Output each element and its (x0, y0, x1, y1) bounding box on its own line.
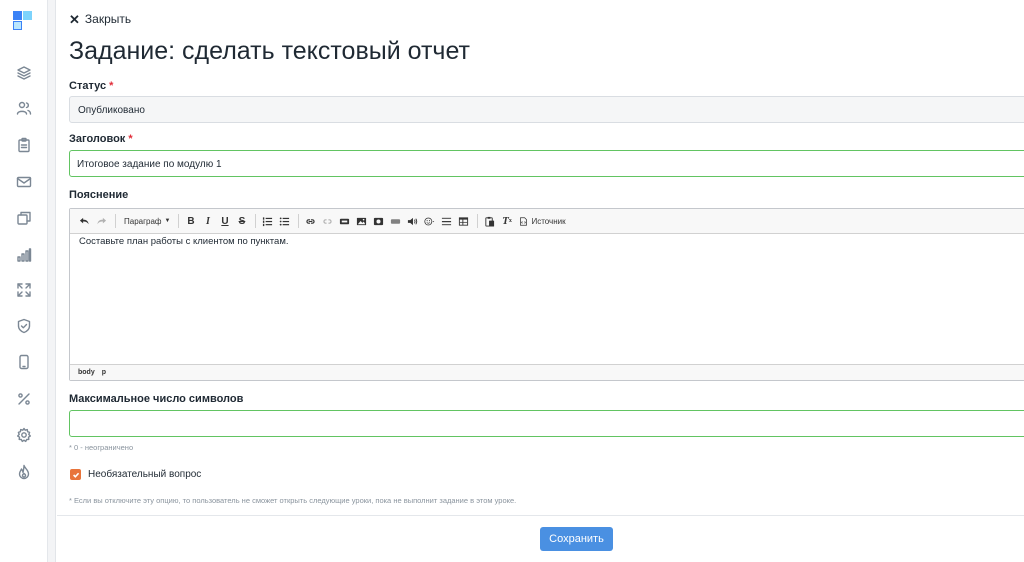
heading-input[interactable]: Итоговое задание по модулю 1 (69, 150, 1024, 177)
toolbar-separator (298, 214, 300, 228)
phone-icon[interactable] (12, 350, 36, 374)
explanation-label: Пояснение (69, 189, 129, 201)
layers-icon[interactable] (12, 61, 36, 85)
sidebar (0, 0, 48, 562)
app-logo[interactable] (13, 11, 35, 33)
flame-icon[interactable] (12, 460, 36, 484)
optional-hint: * Если вы отключите эту опцию, то пользо… (69, 496, 517, 505)
toolbar-separator (255, 214, 257, 228)
heading-label-text: Заголовок (69, 133, 126, 145)
users-icon[interactable] (12, 96, 36, 120)
source-label: Источник (531, 216, 566, 226)
emoji-icon[interactable] (422, 212, 437, 230)
required-mark: * (109, 80, 114, 92)
undo-icon[interactable] (77, 212, 92, 230)
close-icon: ✕ (69, 11, 80, 27)
page-title: Задание: сделать текстовый отчет (69, 37, 470, 65)
italic-button[interactable]: I (200, 212, 215, 230)
redo-icon[interactable] (94, 212, 109, 230)
path-item-p[interactable]: p (102, 369, 106, 376)
sidebar-divider (48, 0, 56, 562)
optional-checkbox-row[interactable]: Необязательный вопрос (70, 469, 201, 480)
bar-chart-icon[interactable] (12, 243, 36, 267)
unlink-icon[interactable] (320, 212, 335, 230)
main-content: ✕ Закрыть Задание: сделать текстовый отч… (57, 0, 1024, 562)
optional-checkbox[interactable] (70, 469, 81, 480)
editor-content[interactable]: Составьте план работы с клиентом по пунк… (70, 234, 1024, 364)
link-icon[interactable] (303, 212, 318, 230)
path-item-body[interactable]: body (78, 369, 95, 376)
max-chars-label: Максимальное число символов (69, 393, 244, 405)
editor-toolbar: Параграф ▼ B I U S T x Источник (70, 209, 1024, 234)
image-icon[interactable] (354, 212, 369, 230)
required-mark: * (128, 133, 133, 145)
expand-icon[interactable] (12, 278, 36, 302)
toolbar-separator (477, 214, 479, 228)
checkmark-icon (72, 472, 79, 478)
bold-button[interactable]: B (183, 212, 198, 230)
clipboard-icon[interactable] (12, 133, 36, 157)
status-label: Статус * (69, 80, 113, 92)
chevron-down-icon: ▼ (164, 218, 171, 224)
optional-label: Необязательный вопрос (88, 469, 202, 480)
source-button[interactable]: Источник (516, 217, 568, 226)
status-label-text: Статус (69, 80, 107, 92)
underline-button[interactable]: U (217, 212, 232, 230)
mail-icon[interactable] (12, 170, 36, 194)
editor-element-path: body p (70, 364, 1024, 380)
footer-divider (57, 515, 1024, 516)
rich-text-editor: Параграф ▼ B I U S T x Источник Составьт… (69, 208, 1024, 381)
table-icon[interactable] (456, 212, 471, 230)
paste-icon[interactable] (482, 212, 497, 230)
anchor-icon[interactable] (337, 212, 352, 230)
max-chars-hint: * 0 - неограничено (69, 443, 134, 452)
horizontal-rule-icon[interactable] (439, 212, 454, 230)
save-button[interactable]: Сохранить (540, 527, 613, 551)
format-label: Параграф (124, 216, 162, 226)
clear-format-icon[interactable]: Tx (499, 212, 514, 230)
source-icon (520, 216, 528, 226)
video-icon[interactable] (388, 212, 403, 230)
numbered-list-icon[interactable] (260, 212, 275, 230)
max-chars-input[interactable] (69, 410, 1024, 437)
toolbar-separator (115, 214, 116, 228)
media-icon[interactable] (371, 212, 386, 230)
percent-icon[interactable] (12, 387, 36, 411)
gear-icon[interactable] (12, 423, 36, 447)
status-select[interactable]: Опубликовано (69, 96, 1024, 123)
heading-label: Заголовок * (69, 133, 133, 145)
toolbar-separator (178, 214, 180, 228)
close-label: Закрыть (84, 12, 132, 26)
shield-check-icon[interactable] (12, 314, 36, 338)
bullet-list-icon[interactable] (277, 212, 292, 230)
copy-icon[interactable] (12, 206, 36, 230)
strikethrough-button[interactable]: S (234, 212, 249, 230)
close-link[interactable]: ✕ Закрыть (69, 12, 131, 26)
audio-icon[interactable] (405, 212, 420, 230)
format-dropdown[interactable]: Параграф ▼ (120, 217, 174, 226)
